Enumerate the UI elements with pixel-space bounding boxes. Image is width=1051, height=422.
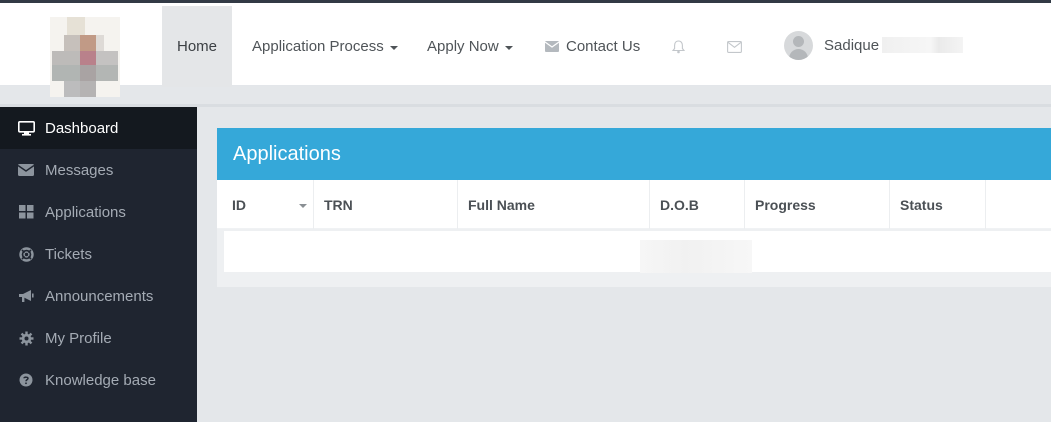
- top-navbar: Home Application Process Apply Now Conta…: [0, 3, 1051, 97]
- chevron-down-icon: [389, 45, 398, 50]
- nav-apply-now[interactable]: Apply Now: [412, 6, 528, 87]
- sidebar: Dashboard Messages Applications Tickets …: [0, 107, 197, 422]
- question-circle-icon: [17, 372, 35, 388]
- sidebar-item-label: Dashboard: [45, 119, 119, 137]
- applications-panel: Applications ID TRN Full Name D.O.B Prog…: [217, 128, 1051, 287]
- nav-contact-us-label: Contact Us: [566, 38, 641, 55]
- sort-caret-icon: [299, 204, 307, 208]
- nav-home[interactable]: Home: [162, 6, 232, 87]
- sidebar-item-applications[interactable]: Applications: [0, 191, 197, 233]
- sidebar-item-dashboard[interactable]: Dashboard: [0, 107, 197, 149]
- sidebar-item-my-profile[interactable]: My Profile: [0, 317, 197, 359]
- column-header-label: TRN: [324, 196, 353, 213]
- column-header-status[interactable]: Status: [890, 180, 986, 229]
- column-header-id[interactable]: ID: [222, 180, 314, 229]
- nav-home-label: Home: [177, 38, 218, 55]
- column-header-label: ID: [232, 196, 246, 213]
- nav-apply-now-label: Apply Now: [427, 38, 499, 55]
- logo[interactable]: [50, 17, 120, 97]
- column-header-label: Full Name: [468, 196, 535, 213]
- user-menu[interactable]: Sadique: [784, 27, 964, 63]
- sidebar-item-label: Applications: [45, 203, 126, 221]
- table-row[interactable]: [224, 231, 1051, 273]
- main-content: Applications ID TRN Full Name D.O.B Prog…: [197, 107, 1051, 422]
- envelope-icon: [17, 162, 35, 178]
- sidebar-item-label: Tickets: [45, 245, 92, 263]
- nav-contact-us[interactable]: Contact Us: [530, 6, 655, 87]
- desktop-icon: [17, 120, 35, 136]
- sidebar-item-tickets[interactable]: Tickets: [0, 233, 197, 275]
- column-header-dob[interactable]: D.O.B: [650, 180, 745, 229]
- column-header-progress[interactable]: Progress: [745, 180, 890, 229]
- bell-icon[interactable]: [671, 40, 686, 59]
- sidebar-item-label: Knowledge base: [45, 371, 156, 389]
- sidebar-item-announcements[interactable]: Announcements: [0, 275, 197, 317]
- grid-icon: [17, 204, 35, 220]
- envelope-icon: [545, 41, 559, 52]
- sidebar-item-label: My Profile: [45, 329, 112, 347]
- user-avatar-icon: [784, 30, 813, 60]
- column-header-label: Status: [900, 196, 943, 213]
- envelope-icon[interactable]: [727, 40, 742, 58]
- panel-title: Applications: [217, 128, 1051, 180]
- megaphone-icon: [17, 288, 35, 304]
- user-name: Sadique: [824, 36, 880, 54]
- column-header-trn[interactable]: TRN: [314, 180, 458, 229]
- chevron-down-icon: [504, 45, 513, 50]
- column-header-full-name[interactable]: Full Name: [458, 180, 650, 229]
- sidebar-item-knowledge-base[interactable]: Knowledge base: [0, 359, 197, 401]
- user-surname-redacted: [882, 37, 964, 53]
- column-header-label: D.O.B: [660, 196, 699, 213]
- nav-application-process[interactable]: Application Process: [237, 6, 413, 87]
- gear-icon: [17, 330, 35, 346]
- sidebar-item-label: Messages: [45, 161, 114, 179]
- column-header-label: Progress: [755, 196, 816, 213]
- redacted-cell: [640, 240, 752, 273]
- nav-application-process-label: Application Process: [252, 38, 384, 55]
- table-header: ID TRN Full Name D.O.B Progress Status: [217, 180, 1051, 229]
- sidebar-item-label: Announcements: [45, 287, 154, 305]
- sidebar-item-messages[interactable]: Messages: [0, 149, 197, 191]
- lifebuoy-icon: [17, 246, 35, 262]
